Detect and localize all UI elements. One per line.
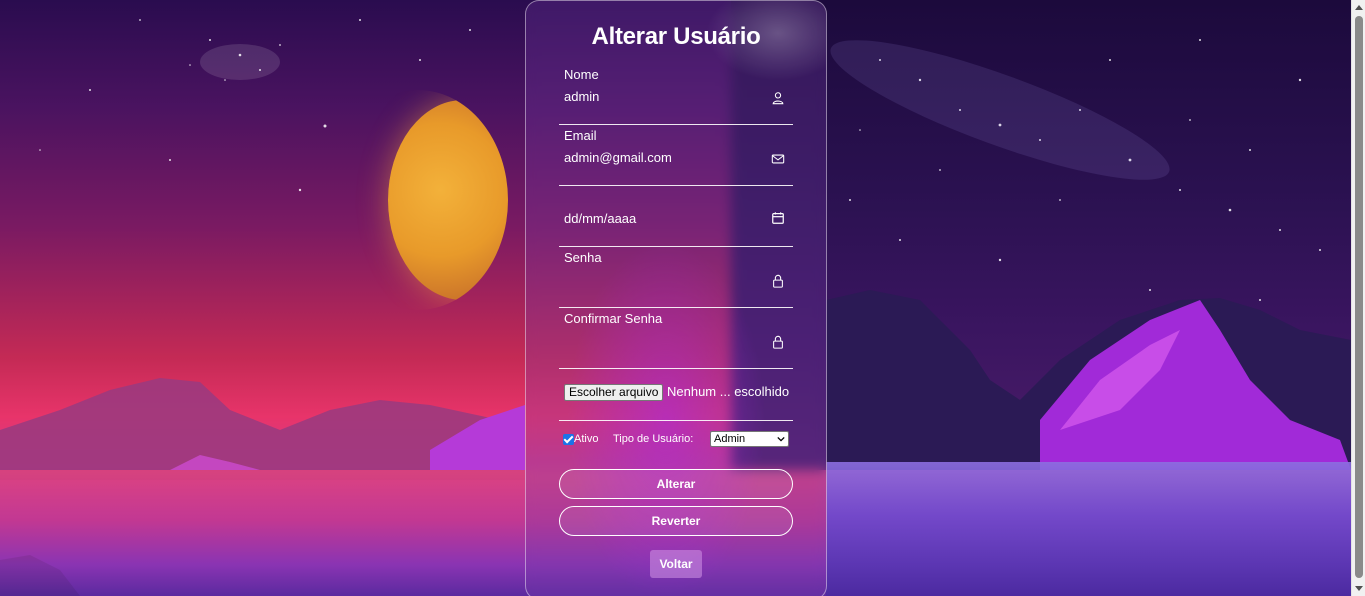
email-label: Email <box>564 128 597 143</box>
page-scrollbar[interactable] <box>1351 0 1365 596</box>
file-upload-field: Escolher arquivo Nenhum ... escolhido <box>559 375 793 421</box>
date-field[interactable]: dd/mm/aaaa <box>559 189 793 247</box>
options-row: Ativo Tipo de Usuário: Admin <box>563 431 793 451</box>
edit-user-form: Alterar Usuário Nome admin Email admin@g… <box>525 0 827 596</box>
voltar-button[interactable]: Voltar <box>650 550 702 578</box>
user-icon <box>772 92 784 105</box>
password-label: Senha <box>564 250 602 265</box>
water-reflection-right <box>826 462 1351 596</box>
active-label[interactable]: Ativo <box>574 433 598 445</box>
scrollbar-thumb[interactable] <box>1355 16 1363 578</box>
chevron-down-icon <box>777 436 785 442</box>
email-input[interactable]: admin@gmail.com <box>564 150 672 165</box>
name-field[interactable]: Nome admin <box>559 67 793 125</box>
lock-icon <box>773 274 783 288</box>
scroll-up-arrow[interactable] <box>1355 5 1363 10</box>
mail-icon <box>771 154 785 164</box>
name-label: Nome <box>564 67 599 82</box>
calendar-icon[interactable] <box>771 211 785 225</box>
email-field[interactable]: Email admin@gmail.com <box>559 128 793 186</box>
date-input[interactable]: dd/mm/aaaa <box>564 211 636 226</box>
active-checkbox[interactable] <box>563 434 574 445</box>
user-type-selected: Admin <box>714 433 746 445</box>
file-status: Nenhum ... escolhido <box>667 384 790 399</box>
name-input[interactable]: admin <box>564 89 599 104</box>
page-title: Alterar Usuário <box>591 23 761 50</box>
reverter-button[interactable]: Reverter <box>559 506 793 536</box>
user-type-select[interactable]: Admin <box>710 431 789 447</box>
scroll-down-arrow[interactable] <box>1355 586 1363 591</box>
alterar-button[interactable]: Alterar <box>559 469 793 499</box>
user-type-label: Tipo de Usuário: <box>613 433 694 445</box>
lock-icon <box>773 335 783 349</box>
confirm-password-field[interactable]: Confirmar Senha <box>559 311 793 369</box>
password-field[interactable]: Senha <box>559 250 793 308</box>
confirm-password-label: Confirmar Senha <box>564 311 663 326</box>
choose-file-button[interactable]: Escolher arquivo <box>564 384 664 401</box>
